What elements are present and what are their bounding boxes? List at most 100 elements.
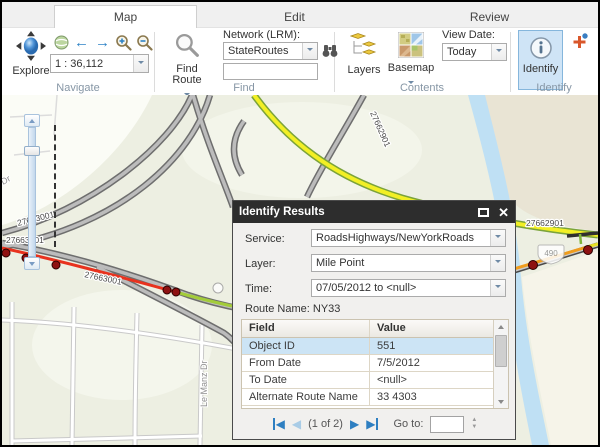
scroll-down-button[interactable] (494, 395, 508, 408)
view-date-dropdown-button[interactable] (491, 44, 506, 60)
find-route-icon (174, 32, 201, 59)
forward-button[interactable]: → (93, 33, 112, 51)
service-combobox[interactable]: RoadsHighways/NewYorkRoads (311, 229, 506, 247)
group-label-navigate: Navigate (2, 82, 154, 94)
layers-button[interactable]: Layers (343, 32, 385, 76)
goto-page-input[interactable] (430, 416, 464, 433)
network-combobox[interactable]: StateRoutes (223, 42, 318, 60)
scroll-up-button[interactable] (494, 320, 508, 333)
app-window: Map Edit Review Explor (0, 0, 600, 447)
triangle-down-icon (498, 400, 504, 407)
explore-label: Explore (8, 66, 54, 77)
cell-field: Alternate Route Name (242, 389, 370, 405)
network-lrm-label: Network (LRM): (223, 29, 300, 41)
scrollbar-thumb[interactable] (495, 335, 507, 367)
time-value: 07/05/2012 to <null> (312, 282, 490, 294)
last-page-button[interactable]: ▶ (366, 418, 378, 430)
tab-edit[interactable]: Edit (197, 5, 392, 29)
time-label: Time: (245, 283, 272, 295)
close-icon[interactable]: ✕ (498, 206, 509, 219)
table-row[interactable]: Object ID 551 (242, 338, 508, 355)
view-date-combobox[interactable]: Today (442, 43, 507, 61)
view-date-value: Today (443, 46, 491, 58)
table-row[interactable]: To Date <null> (242, 372, 508, 389)
chevron-down-icon (495, 260, 501, 266)
search-routes-button[interactable] (320, 42, 339, 60)
cell-value: 7/5/2012 (370, 355, 508, 371)
map-zoom-slider[interactable] (24, 114, 41, 270)
layer-label: Layer: (245, 258, 276, 270)
triangle-up-icon (498, 322, 504, 329)
cell-value: 551 (370, 338, 508, 354)
slider-zoom-out-button[interactable] (24, 257, 40, 270)
table-scrollbar[interactable] (493, 320, 508, 408)
binoculars-icon (322, 44, 338, 58)
route-search-input[interactable] (223, 63, 318, 80)
page-indicator: (1 of 2) (308, 418, 343, 430)
zoom-out-button[interactable] (135, 33, 154, 51)
column-header-field: Field (242, 320, 370, 337)
cell-field: Object ID (242, 338, 370, 354)
route-shield-circle (213, 283, 223, 293)
scale-combobox[interactable]: 1 : 36,112 (50, 54, 149, 73)
route-name-row: Route Name: NY33 (245, 303, 340, 315)
chevron-down-icon (496, 49, 502, 55)
tab-review[interactable]: Review (392, 5, 587, 29)
group-label-find: Find (154, 82, 334, 94)
service-dropdown-button[interactable] (490, 230, 505, 246)
triangle-down-icon (29, 262, 35, 269)
map-land-patch (32, 290, 212, 400)
tab-map-label: Map (114, 10, 137, 24)
slider-thumb[interactable] (24, 146, 40, 156)
maximize-icon[interactable] (478, 208, 489, 217)
service-label: Service: (245, 233, 285, 245)
explore-button[interactable]: Explore (8, 31, 54, 77)
goto-spinner[interactable]: ▲ ▼ (471, 418, 477, 430)
layers-label: Layers (343, 65, 385, 76)
dialog-titlebar[interactable]: Identify Results ✕ (233, 201, 515, 223)
explore-icon (16, 31, 46, 61)
route-label-27662901: 27662901 (526, 218, 564, 228)
service-value: RoadsHighways/NewYorkRoads (312, 232, 490, 244)
back-button[interactable]: ← (72, 33, 91, 51)
ribbon: Map Edit Review Explor (2, 2, 598, 95)
identify-icon (529, 36, 553, 60)
view-date-label: View Date: (442, 29, 495, 41)
previous-page-button[interactable]: ◀ (292, 418, 301, 430)
attributes-table: Field Value Object ID 551 From Date 7/5/… (241, 319, 509, 409)
layer-combobox[interactable]: Mile Point (311, 254, 506, 272)
identify-button[interactable]: Identify (518, 30, 563, 90)
network-dropdown-button[interactable] (302, 43, 317, 59)
tab-map[interactable]: Map (54, 5, 197, 28)
tab-review-label: Review (470, 10, 509, 24)
triangle-up-icon (29, 116, 35, 123)
chevron-down-icon (495, 235, 501, 241)
layer-value: Mile Point (312, 257, 490, 269)
layers-icon (350, 32, 378, 60)
layer-dropdown-button[interactable] (490, 255, 505, 271)
spinner-up-icon: ▲ (471, 418, 477, 423)
scale-dropdown-button[interactable] (133, 55, 148, 72)
table-row[interactable]: From Date 7/5/2012 (242, 355, 508, 372)
next-page-button[interactable]: ▶ (350, 418, 359, 430)
slider-zoom-in-button[interactable] (24, 114, 40, 127)
group-label-contents: Contents (334, 82, 510, 94)
full-extent-button[interactable] (52, 33, 71, 51)
cell-field: From Date (242, 355, 370, 371)
zoom-in-icon (115, 34, 132, 51)
pagination-bar: ◀ ◀ (1 of 2) ▶ ▶ Go to: ▲ ▼ (241, 413, 509, 435)
green-road-tick (580, 234, 581, 244)
column-header-value: Value (370, 320, 508, 337)
zoom-in-button[interactable] (114, 33, 133, 51)
scale-value: 1 : 36,112 (51, 58, 133, 70)
cell-value: <null> (370, 372, 508, 388)
network-value: StateRoutes (224, 45, 302, 57)
route-name-label: Route Name: (245, 303, 310, 315)
first-page-button[interactable]: ◀ (273, 418, 285, 430)
dialog-title: Identify Results (239, 206, 478, 218)
time-combobox[interactable]: 07/05/2012 to <null> (311, 279, 506, 297)
table-row[interactable]: Alternate Route Name 33 4303 (242, 389, 508, 406)
street-label-le-manz-dr: Le Manz Dr (199, 360, 209, 407)
time-dropdown-button[interactable] (490, 280, 505, 296)
add-identify-tool-button[interactable] (570, 32, 589, 56)
